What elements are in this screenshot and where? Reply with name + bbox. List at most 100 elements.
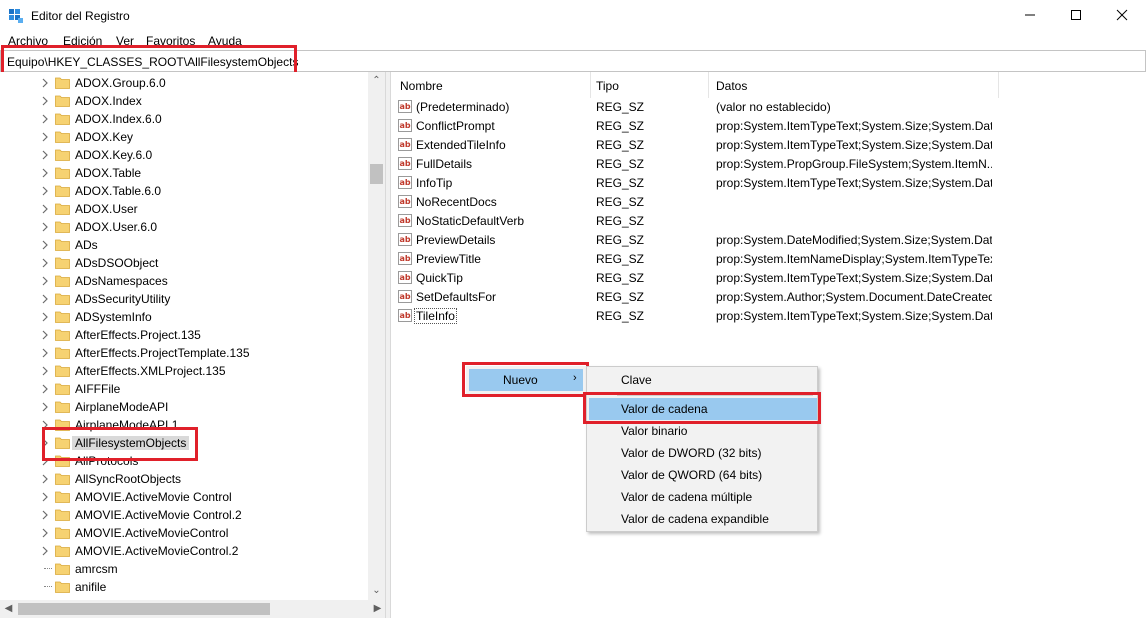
chevron-right-icon[interactable]	[40, 221, 50, 233]
tree-item[interactable]: ADSystemInfo	[0, 308, 368, 326]
scroll-right-icon[interactable]: ▶	[369, 600, 385, 617]
chevron-right-icon[interactable]	[40, 311, 50, 323]
tree-item[interactable]: ADOX.Table	[0, 164, 368, 182]
chevron-right-icon[interactable]	[40, 455, 50, 467]
value-row[interactable]: ab QuickTip REG_SZ prop:System.ItemTypeText…	[391, 268, 1146, 287]
tree-item[interactable]: AMOVIE.ActiveMovie Control	[0, 488, 368, 506]
menu-ayuda[interactable]: Ayuda	[208, 34, 242, 48]
chevron-right-icon[interactable]	[40, 257, 50, 269]
tree-horizontal-scrollbar[interactable]: ◀ ▶	[0, 600, 385, 618]
menu-favoritos[interactable]: Favoritos	[146, 34, 195, 48]
tree-item[interactable]: AllProtocols	[0, 452, 368, 470]
value-row[interactable]: ab SetDefaultsFor REG_SZ prop:System.Author…	[391, 287, 1146, 306]
chevron-right-icon[interactable]	[40, 239, 50, 251]
tree-item[interactable]: AllSyncRootObjects	[0, 470, 368, 488]
chevron-right-icon[interactable]	[40, 545, 50, 557]
tree-item[interactable]: AMOVIE.ActiveMovieControl	[0, 524, 368, 542]
value-row[interactable]: ab InfoTip REG_SZ prop:System.ItemTypeText;…	[391, 173, 1146, 192]
value-row[interactable]: ab (Predeterminado) REG_SZ (valor no establ…	[391, 97, 1146, 116]
chevron-right-icon[interactable]	[40, 347, 50, 359]
tree-item[interactable]: AIFFFile	[0, 380, 368, 398]
chevron-right-icon[interactable]	[40, 365, 50, 377]
tree-item[interactable]: AirplaneModeAPI.1	[0, 416, 368, 434]
tree-item[interactable]: AMOVIE.ActiveMovie Control.2	[0, 506, 368, 524]
column-header-data[interactable]: Datos	[709, 72, 999, 98]
tree-item[interactable]: AfterEffects.XMLProject.135	[0, 362, 368, 380]
menu-ver[interactable]: Ver	[116, 34, 134, 48]
scroll-up-icon[interactable]: ⌃	[368, 72, 385, 89]
chevron-right-icon[interactable]	[40, 203, 50, 215]
tree-item[interactable]: amrcsm	[0, 560, 368, 578]
chevron-right-icon[interactable]	[40, 473, 50, 485]
tree-item[interactable]: ADOX.User.6.0	[0, 218, 368, 236]
tree-item[interactable]: ADOX.Key	[0, 128, 368, 146]
scroll-down-icon[interactable]: ⌄	[368, 582, 385, 599]
tree-item[interactable]: ADOX.Key.6.0	[0, 146, 368, 164]
chevron-right-icon[interactable]	[40, 113, 50, 125]
tree-horizontal-scroll-thumb[interactable]	[18, 603, 270, 615]
value-row[interactable]: ab TileInfo REG_SZ prop:System.ItemTypeText…	[391, 306, 1146, 325]
minimize-button[interactable]	[1007, 0, 1053, 30]
value-row[interactable]: ab FullDetails REG_SZ prop:System.PropGroup…	[391, 154, 1146, 173]
tree-item[interactable]: ADOX.Index.6.0	[0, 110, 368, 128]
tree-item[interactable]: ADs	[0, 236, 368, 254]
chevron-right-icon[interactable]	[40, 185, 50, 197]
submenu-item[interactable]: Valor de cadena	[589, 398, 817, 420]
submenu-item[interactable]: Valor de DWORD (32 bits)	[589, 442, 817, 464]
close-button[interactable]	[1099, 0, 1145, 30]
chevron-right-icon[interactable]	[40, 149, 50, 161]
tree-vertical-scroll-thumb[interactable]	[370, 164, 383, 184]
chevron-right-icon[interactable]	[40, 509, 50, 521]
submenu-item[interactable]: Valor de cadena expandible	[589, 508, 817, 530]
chevron-right-icon[interactable]	[40, 167, 50, 179]
scroll-left-icon[interactable]: ◀	[0, 600, 17, 617]
tree-item[interactable]: ADOX.Index	[0, 92, 368, 110]
address-bar[interactable]: Equipo\HKEY_CLASSES_ROOT\AllFilesystemOb…	[0, 50, 1146, 72]
value-row[interactable]: ab NoRecentDocs REG_SZ	[391, 192, 1146, 211]
tree-item[interactable]: AirplaneModeAPI	[0, 398, 368, 416]
chevron-right-icon[interactable]	[40, 77, 50, 89]
tree-item[interactable]: AfterEffects.Project.135	[0, 326, 368, 344]
tree-item[interactable]: anifile	[0, 578, 368, 596]
tree-item-label: ADsSecurityUtility	[75, 292, 171, 306]
tree-item[interactable]: ADOX.Table.6.0	[0, 182, 368, 200]
value-row[interactable]: ab PreviewDetails REG_SZ prop:System.DateMo…	[391, 230, 1146, 249]
chevron-right-icon[interactable]	[40, 491, 50, 503]
chevron-right-icon[interactable]	[40, 95, 50, 107]
chevron-right-icon[interactable]	[40, 383, 50, 395]
folder-icon	[55, 437, 70, 449]
menu-edicion[interactable]: Edición	[63, 34, 102, 48]
chevron-right-icon[interactable]	[40, 329, 50, 341]
value-row[interactable]: ab ExtendedTileInfo REG_SZ prop:System.Item…	[391, 135, 1146, 154]
value-row[interactable]: ab NoStaticDefaultVerb REG_SZ	[391, 211, 1146, 230]
chevron-right-icon[interactable]	[40, 437, 50, 449]
submenu-item[interactable]: Valor de cadena múltiple	[589, 486, 817, 508]
tree-item[interactable]: ADsDSOObject	[0, 254, 368, 272]
maximize-button[interactable]	[1053, 0, 1099, 30]
tree-vertical-scrollbar[interactable]: ⌃ ⌄	[368, 72, 385, 600]
submenu-item[interactable]: Valor de QWORD (64 bits)	[589, 464, 817, 486]
submenu-item[interactable]: Clave	[589, 369, 817, 391]
chevron-right-icon[interactable]	[40, 527, 50, 539]
chevron-right-icon[interactable]	[40, 401, 50, 413]
column-header-name[interactable]: Nombre	[391, 72, 591, 98]
column-header-type[interactable]: Tipo	[591, 72, 709, 98]
tree-item[interactable]: AllFilesystemObjects	[0, 434, 368, 452]
value-row[interactable]: ab PreviewTitle REG_SZ prop:System.ItemName…	[391, 249, 1146, 268]
chevron-right-icon[interactable]	[40, 275, 50, 287]
tree-item[interactable]: ADOX.User	[0, 200, 368, 218]
tree-item[interactable]: ADsNamespaces	[0, 272, 368, 290]
tree-item[interactable]: AMOVIE.ActiveMovieControl.2	[0, 542, 368, 560]
tree-item[interactable]: AfterEffects.ProjectTemplate.135	[0, 344, 368, 362]
menu-archivo[interactable]: Archivo	[8, 34, 48, 48]
menu-item-nuevo[interactable]: Nuevo ›	[469, 369, 583, 391]
value-data: prop:System.DateModified;System.Size;Sys…	[716, 233, 992, 247]
value-name: FullDetails	[416, 157, 473, 171]
chevron-right-icon[interactable]	[40, 293, 50, 305]
chevron-right-icon[interactable]	[40, 419, 50, 431]
tree-item[interactable]: ADOX.Group.6.0	[0, 74, 368, 92]
submenu-item[interactable]: Valor binario	[589, 420, 817, 442]
chevron-right-icon[interactable]	[40, 131, 50, 143]
value-row[interactable]: ab ConflictPrompt REG_SZ prop:System.ItemTy…	[391, 116, 1146, 135]
tree-item[interactable]: ADsSecurityUtility	[0, 290, 368, 308]
